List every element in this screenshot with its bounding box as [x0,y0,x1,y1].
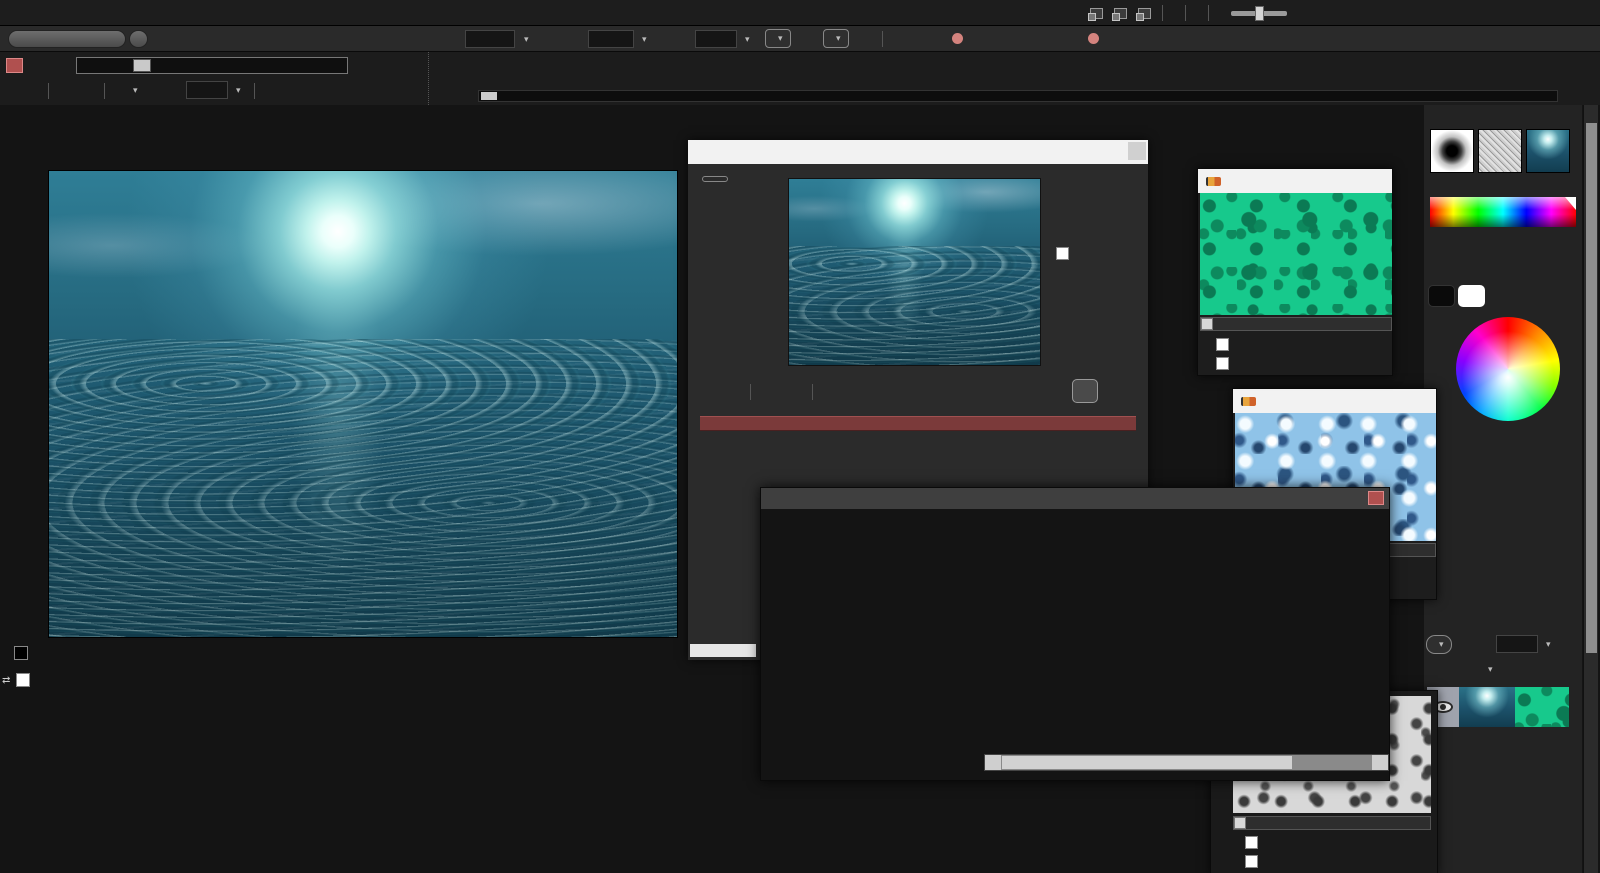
size-caret[interactable]: ▾ [524,34,529,45]
foreground-color-swatch[interactable] [14,646,28,660]
dwa1-selection-checkbox[interactable] [1216,357,1229,370]
image-preview-thumb[interactable] [1526,129,1570,173]
flare-scroll-thumb[interactable] [1002,756,1292,769]
dialog-corner-button[interactable] [1128,142,1146,160]
swap-panel-scroll-knob[interactable] [1234,817,1246,829]
ocean-image [49,171,677,637]
steps-input[interactable] [695,30,737,48]
screen-swap-1-icon[interactable] [1090,8,1103,19]
fps-caret[interactable]: ▾ [236,85,241,96]
dwa2-titlebar[interactable] [1233,389,1436,413]
secondary-color-swatch[interactable] [1458,285,1485,307]
divider [882,31,883,47]
layers-options-dropdown[interactable]: ▾ [1488,663,1493,675]
layer-swap-thumb[interactable] [1515,687,1569,727]
swap-panel-scrollbar[interactable] [1233,816,1431,830]
menubar [0,0,1600,26]
keyframe-track[interactable] [700,416,1136,431]
opacity-caret[interactable]: ▾ [642,34,647,45]
filmstrip-scroll-knob[interactable] [481,92,497,100]
close-strip-button[interactable] [6,58,23,73]
timeline-strip-bar: ▾ ▾ [0,52,1600,105]
panel-scroll-thumb[interactable] [1586,123,1597,653]
screen-swap-3-icon[interactable] [1138,8,1151,19]
frame-slider-knob[interactable] [133,59,151,72]
swap-colors-icon[interactable]: ⇄ [2,675,10,686]
filter-preview[interactable] [788,178,1041,366]
mode-button[interactable]: ▾ [765,29,791,48]
curve-mode-button[interactable] [1072,379,1098,403]
scroll-left-button[interactable] [985,755,1001,770]
scroll-right-button[interactable] [1372,755,1388,770]
swap-image-checkbox[interactable] [1245,836,1258,849]
panel-scrollbar[interactable] [1583,105,1598,873]
main-canvas[interactable] [48,170,678,638]
close-button[interactable] [1368,491,1384,505]
screen-swap-2-icon[interactable] [1114,8,1127,19]
paper-preview-thumb[interactable] [1478,129,1522,173]
layer-image-thumb[interactable] [1459,687,1515,727]
dwa1-titlebar[interactable] [1198,169,1392,193]
inout-block [428,52,478,105]
dwa1-scrollbar[interactable] [1200,317,1392,331]
divider [1185,5,1186,21]
layer-row[interactable] [1427,687,1579,727]
bulb-caret[interactable]: ▾ [133,85,138,96]
flare-big-preview[interactable] [764,533,983,752]
right-panel: ▾ ▾ ▾ [1424,105,1582,873]
dwa1-swap-checkbox[interactable] [1216,338,1229,351]
save-undo-checkbox[interactable] [1056,247,1069,260]
pencil-icon [1206,177,1221,186]
flare-options-dialog [760,487,1390,781]
complementary-bar[interactable] [1428,494,1578,514]
flare-scrollbar[interactable] [984,754,1389,771]
divider [1162,5,1163,21]
primary-color-swatch[interactable] [1428,285,1455,307]
analogous-bar[interactable] [1428,451,1578,471]
browse-media-dropdown[interactable] [129,30,148,48]
steps-caret[interactable]: ▾ [745,34,750,45]
dwa-window-1 [1197,168,1393,376]
settings-dot-icon [952,33,963,44]
brush-toolbar: ▾ ▾ ▾ ▾ ▾ [0,26,1600,52]
pencil-icon [1241,397,1256,406]
layer-opacity-caret[interactable]: ▾ [1546,639,1551,650]
bottom-slider-fragment[interactable] [690,644,756,657]
layer-mode-dropdown[interactable]: ▾ [1426,635,1452,654]
filmstrip-scrollbar[interactable] [478,90,1558,102]
papers-dot-icon [1088,33,1099,44]
flare-preset-grid [984,533,1391,752]
flare-titlebar[interactable] [761,488,1389,509]
color-wheel[interactable] [1456,317,1560,421]
background-color-swatch[interactable] [16,673,30,687]
frame-slider[interactable] [76,57,348,74]
zoom-slider[interactable] [1231,11,1287,16]
compact-color-picker[interactable] [1430,197,1576,227]
dwa1-scroll-knob[interactable] [1201,318,1213,330]
compact-picker-handle[interactable] [1565,197,1576,210]
fps-input[interactable] [186,81,228,99]
brush-preview-thumb[interactable] [1430,129,1474,173]
zoom-slider-knob[interactable] [1255,6,1264,21]
style-button[interactable]: ▾ [823,29,849,48]
green-texture-image[interactable] [1200,193,1392,315]
timeline-editor-titlebar[interactable] [688,140,1148,164]
layer-opacity-input[interactable] [1496,635,1538,653]
divider [1208,5,1209,21]
filters-dropdown[interactable] [702,176,728,182]
swap-selection-checkbox[interactable] [1245,855,1258,868]
opacity-input[interactable] [588,30,634,48]
browse-media-button[interactable] [8,30,126,48]
tool-palette: ⇄ [0,105,30,873]
size-input[interactable] [465,30,515,48]
